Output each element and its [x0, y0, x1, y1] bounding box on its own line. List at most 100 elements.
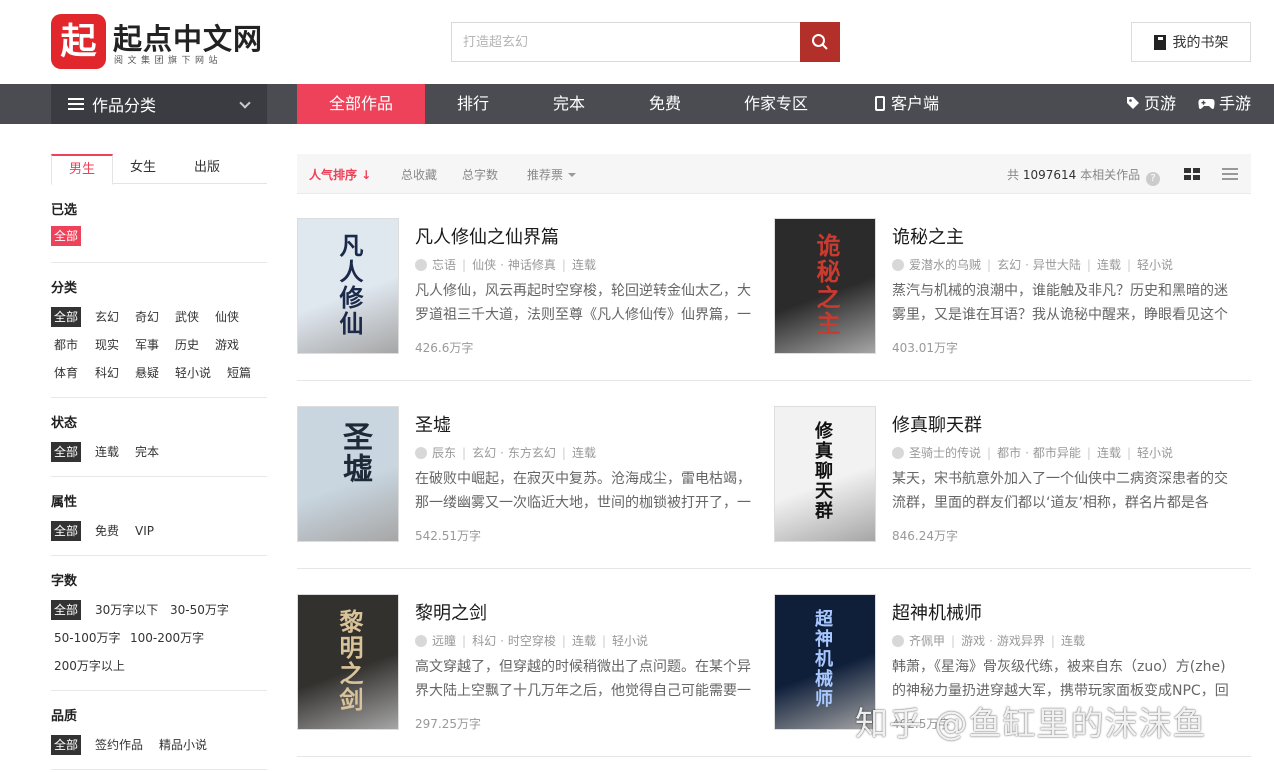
category-tag[interactable]: 历史: [172, 335, 202, 355]
status-tag[interactable]: 连载: [92, 442, 122, 462]
book-card[interactable]: 黎明之剑 黎明之剑 远瞳 | 科幻 · 时空穿梭 | 连载 | 轻小说 高文穿越了，但穿越的时候稍微出…: [297, 594, 753, 731]
divider: [51, 769, 267, 770]
quality-tag[interactable]: 精品小说: [156, 735, 210, 755]
book-title[interactable]: 黎明之剑: [415, 599, 487, 625]
nav-ranking[interactable]: 排行: [457, 84, 489, 124]
attribute-tag[interactable]: 全部: [51, 521, 82, 541]
book-cover[interactable]: 凡人修仙: [297, 218, 399, 354]
word-count-tag[interactable]: 200万字以上: [51, 656, 128, 676]
book-category[interactable]: 玄幻: [472, 446, 496, 460]
book-cover[interactable]: 圣墟: [297, 406, 399, 542]
grid-view-icon[interactable]: [1184, 168, 1200, 180]
book-author[interactable]: 齐佩甲: [909, 634, 945, 648]
book-card[interactable]: 圣墟 圣墟 辰东 | 玄幻 · 东方玄幻 | 连载 在破败中崛起，在寂灭中复苏。沧海成尘，雷电枯竭…: [297, 406, 753, 543]
book-card[interactable]: 超神机械师 超神机械师 齐佩甲 | 游戏 · 游戏异界 | 连载 韩萧，《星海》骨灰级代练，被来自…: [774, 594, 1230, 731]
nav-web-games[interactable]: 页游: [1126, 84, 1176, 124]
list-view-icon[interactable]: [1222, 168, 1238, 180]
nav-finished[interactable]: 完本: [553, 84, 585, 124]
author-avatar-icon: [415, 259, 427, 271]
search-button[interactable]: [800, 22, 840, 62]
book-category[interactable]: 游戏: [961, 634, 985, 648]
category-tag[interactable]: 武侠: [172, 307, 202, 327]
category-tag[interactable]: 全部: [51, 307, 82, 327]
book-subcategory[interactable]: 异世大陆: [1033, 258, 1081, 272]
word-count-tag[interactable]: 50-100万字: [51, 628, 124, 648]
book-author[interactable]: 辰东: [432, 446, 456, 460]
book-cover[interactable]: 修真聊天群: [774, 406, 876, 542]
category-tag[interactable]: 体育: [51, 363, 81, 383]
category-tag[interactable]: 轻小说: [172, 363, 214, 383]
book-title[interactable]: 诡秘之主: [892, 223, 964, 249]
book-title[interactable]: 超神机械师: [892, 599, 982, 625]
book-title[interactable]: 修真聊天群: [892, 411, 982, 437]
book-intro: 凡人修仙，风云再起时空穿梭，轮回逆转金仙太乙，大罗道祖三千大道，法则至尊《凡人修…: [415, 283, 751, 323]
status-tag[interactable]: 完本: [132, 442, 162, 462]
book-category[interactable]: 科幻: [472, 634, 496, 648]
word-count-tag[interactable]: 30-50万字: [167, 600, 232, 620]
category-tag[interactable]: 现实: [92, 335, 122, 355]
site-logo[interactable]: 起 起点中文网 阅文集团旗下网站: [51, 14, 281, 70]
author-avatar-icon: [892, 259, 904, 271]
bookshelf-button[interactable]: 我的书架: [1131, 22, 1251, 62]
search-input[interactable]: [452, 23, 800, 61]
divider: [51, 397, 267, 398]
nav-client[interactable]: 客户端: [875, 84, 939, 124]
attribute-tag[interactable]: 免费: [92, 521, 122, 541]
book-subcategory[interactable]: 神话修真: [508, 258, 556, 272]
book-cover[interactable]: 超神机械师: [774, 594, 876, 730]
book-author[interactable]: 圣骑士的传说: [909, 446, 981, 460]
book-subcategory[interactable]: 东方玄幻: [508, 446, 556, 460]
category-menu[interactable]: 作品分类: [51, 84, 267, 124]
word-count-tag[interactable]: 30万字以下: [92, 600, 161, 620]
book-category[interactable]: 玄幻: [997, 258, 1021, 272]
attribute-tag[interactable]: VIP: [132, 521, 157, 541]
tab-publish[interactable]: 出版: [185, 154, 229, 184]
status-title: 状态: [51, 416, 78, 431]
logo-mark: 起: [51, 14, 106, 69]
book-author[interactable]: 远瞳: [432, 634, 456, 648]
sort-word-count[interactable]: 总字数: [462, 166, 498, 183]
book-card[interactable]: 诡秘之主 诡秘之主 爱潜水的乌贼 | 玄幻 · 异世大陆 | 连载 | 轻小说 蒸汽与机械的浪潮中，谁…: [774, 218, 1230, 355]
quality-tag[interactable]: 全部: [51, 735, 82, 755]
book-subcategory[interactable]: 时空穿梭: [508, 634, 556, 648]
status-tag[interactable]: 全部: [51, 442, 82, 462]
selected-tag[interactable]: 全部: [51, 226, 82, 246]
book-author[interactable]: 爱潜水的乌贼: [909, 258, 981, 272]
sort-popularity[interactable]: 人气排序 ↓: [309, 166, 371, 183]
category-tag[interactable]: 仙侠: [212, 307, 242, 327]
nav-free[interactable]: 免费: [649, 84, 681, 124]
book-subcategory[interactable]: 游戏异界: [997, 634, 1045, 648]
book-category[interactable]: 仙侠: [472, 258, 496, 272]
word-count-title: 字数: [51, 574, 78, 589]
category-tag[interactable]: 军事: [132, 335, 162, 355]
tab-male[interactable]: 男生: [51, 154, 113, 185]
book-category[interactable]: 都市: [997, 446, 1021, 460]
book-status: 连载: [571, 634, 596, 648]
book-card[interactable]: 修真聊天群 修真聊天群 圣骑士的传说 | 都市 · 都市异能 | 连载 | 轻小说 某天，宋书航意外加…: [774, 406, 1230, 543]
sort-favorites[interactable]: 总收藏: [401, 166, 437, 183]
category-tag[interactable]: 悬疑: [132, 363, 162, 383]
category-tag[interactable]: 奇幻: [132, 307, 162, 327]
book-cover[interactable]: 黎明之剑: [297, 594, 399, 730]
category-tag[interactable]: 玄幻: [92, 307, 122, 327]
nav-mobile-games[interactable]: 手游: [1198, 84, 1251, 124]
word-count-tag[interactable]: 全部: [51, 600, 82, 620]
word-count-tag[interactable]: 100-200万字: [127, 628, 207, 648]
sort-recommend[interactable]: 推荐票: [527, 166, 577, 183]
book-subcategory[interactable]: 都市异能: [1033, 446, 1081, 460]
caret-down-icon: [568, 173, 577, 177]
book-title[interactable]: 圣墟: [415, 411, 451, 437]
category-tag[interactable]: 科幻: [92, 363, 122, 383]
tab-female[interactable]: 女生: [121, 154, 165, 184]
category-tag[interactable]: 短篇: [224, 363, 254, 383]
book-card[interactable]: 凡人修仙 凡人修仙之仙界篇 忘语 | 仙侠 · 神话修真 | 连载 凡人修仙，风云再起时空穿梭，轮…: [297, 218, 753, 355]
nav-all-works[interactable]: 全部作品: [297, 84, 425, 124]
quality-tag[interactable]: 签约作品: [92, 735, 146, 755]
nav-author-zone[interactable]: 作家专区: [744, 84, 808, 124]
book-author[interactable]: 忘语: [432, 258, 456, 272]
book-title[interactable]: 凡人修仙之仙界篇: [415, 223, 559, 249]
book-cover[interactable]: 诡秘之主: [774, 218, 876, 354]
category-tag[interactable]: 都市: [51, 335, 81, 355]
help-icon[interactable]: ?: [1145, 172, 1160, 186]
category-tag[interactable]: 游戏: [212, 335, 242, 355]
